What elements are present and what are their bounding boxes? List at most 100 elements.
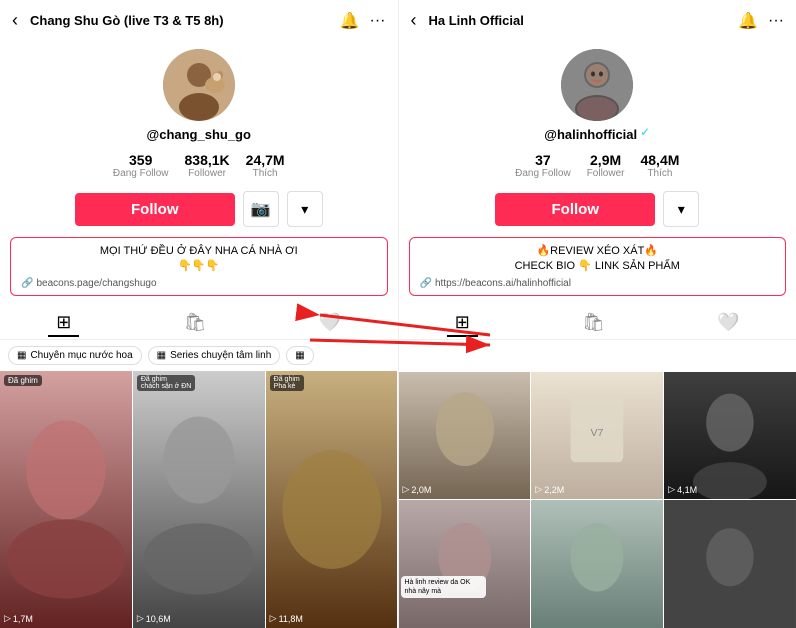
left-header-icons: 🔔 ··· xyxy=(340,11,386,31)
right-following-label: Đang Follow xyxy=(515,168,571,179)
left-stat-followers: 838,1K Follower xyxy=(185,152,230,179)
right-stat-followers: 2,9M Follower xyxy=(587,152,625,179)
left-bell-icon[interactable]: 🔔 xyxy=(340,11,360,31)
play-icon-2: ▷ xyxy=(137,613,144,624)
left-tabs: ⊞ 🛍 🤍 xyxy=(0,304,398,340)
category-icon-3: ▦ xyxy=(295,350,304,361)
left-video-grid: Đã ghim ▷ 1,7M Đã ghimchách sận ở ĐN ▷ 1… xyxy=(0,371,398,628)
right-video-1[interactable]: ▷ 2,0M xyxy=(399,372,531,500)
left-likes-count: 24,7M xyxy=(246,152,285,168)
left-tab-favorites[interactable]: 🛍 xyxy=(176,310,215,337)
right-stat-following: 37 Đang Follow xyxy=(515,152,571,179)
left-video-3[interactable]: Đã ghimPha kè ▷ 11,8M xyxy=(266,371,398,628)
right-video-3[interactable]: ▷ 4,1M xyxy=(664,372,796,500)
link-icon: 🔗 xyxy=(21,278,33,289)
left-stat-following: 359 Đang Follow xyxy=(113,152,169,179)
left-video-2-views: ▷ 10,6M xyxy=(137,613,171,624)
right-bell-icon[interactable]: 🔔 xyxy=(738,11,758,31)
right-username: @halinhofficial xyxy=(544,127,637,142)
left-following-label: Đang Follow xyxy=(113,168,169,179)
right-username-row: @halinhofficial ✓ xyxy=(544,121,650,142)
right-spacer xyxy=(399,340,796,372)
left-video-1-views: ▷ 1,7M xyxy=(4,613,33,624)
right-tab-liked[interactable]: 🤍 xyxy=(709,310,747,337)
right-avatar-section: @halinhofficial ✓ xyxy=(399,41,796,146)
left-video-1[interactable]: Đã ghim ▷ 1,7M xyxy=(0,371,132,628)
left-avatar-section: @chang_shu_go xyxy=(0,41,398,146)
right-video-4[interactable]: Hà linh review da OK nhà nây mà xyxy=(399,500,531,628)
chevron-down-icon: ▾ xyxy=(301,201,308,218)
right-profile-title: Ha Linh Official xyxy=(429,13,731,28)
right-bio-text: 🔥REVIEW XÉO XÁT🔥CHECK BIO 👇 LINK SẢN PHẨ… xyxy=(420,244,776,275)
right-video-1-views: ▷ 2,0M xyxy=(403,484,432,495)
right-more-icon[interactable]: ··· xyxy=(768,12,784,30)
left-follow-button[interactable]: Follow xyxy=(75,193,235,226)
svg-text:V7: V7 xyxy=(591,427,604,439)
left-profile-title: Chang Shu Gò (live T3 & T5 8h) xyxy=(30,13,332,28)
left-category-1[interactable]: ▦ Chuyên mục nước hoa xyxy=(8,346,142,365)
right-follow-button[interactable]: Follow xyxy=(495,193,655,226)
left-profile: ‹ Chang Shu Gò (live T3 & T5 8h) 🔔 ··· xyxy=(0,0,399,628)
right-bio-section: 🔥REVIEW XÉO XÁT🔥CHECK BIO 👇 LINK SẢN PHẨ… xyxy=(409,237,787,296)
right-header: ‹ Ha Linh Official 🔔 ··· xyxy=(399,0,796,41)
left-followers-label: Follower xyxy=(188,168,226,179)
right-tabs: ⊞ 🛍 🤍 xyxy=(399,304,796,340)
right-likes-label: Thích xyxy=(647,168,672,179)
play-icon-3: ▷ xyxy=(270,613,277,624)
left-category-2[interactable]: ▦ Series chuyện tâm linh xyxy=(148,346,281,365)
instagram-icon: 📷 xyxy=(251,199,271,219)
left-tab-liked[interactable]: 🤍 xyxy=(311,310,349,337)
link-icon-right: 🔗 xyxy=(420,278,432,289)
right-bio-url: https://beacons.ai/halinhofficial xyxy=(435,278,571,289)
right-avatar xyxy=(561,49,633,121)
right-tab-favorites[interactable]: 🛍 xyxy=(574,310,613,337)
right-bio-link[interactable]: 🔗 https://beacons.ai/halinhofficial xyxy=(420,278,776,289)
left-categories: ▦ Chuyên mục nước hoa ▦ Series chuyện tâ… xyxy=(0,340,398,371)
right-header-icons: 🔔 ··· xyxy=(738,11,784,31)
left-stat-likes: 24,7M Thích xyxy=(246,152,285,179)
verified-badge-icon: ✓ xyxy=(640,125,650,139)
category-icon-2: ▦ xyxy=(157,350,166,361)
right-video-5[interactable] xyxy=(531,500,663,628)
right-video-grid: ▷ 2,0M V7 ▷ 2,2M xyxy=(399,372,796,628)
right-profile: ‹ Ha Linh Official 🔔 ··· xyxy=(399,0,796,628)
left-dropdown-button[interactable]: ▾ xyxy=(287,191,323,227)
left-category-3[interactable]: ▦ xyxy=(286,346,313,365)
right-stat-likes: 48,4M Thích xyxy=(640,152,679,179)
left-bio-link[interactable]: 🔗 beacons.page/changshugo xyxy=(21,278,377,289)
left-video-1-badge: Đã ghim xyxy=(4,375,42,386)
right-likes-count: 48,4M xyxy=(640,152,679,168)
left-header: ‹ Chang Shu Gò (live T3 & T5 8h) 🔔 ··· xyxy=(0,0,398,41)
left-followers-count: 838,1K xyxy=(185,152,230,168)
left-following-count: 359 xyxy=(129,152,152,168)
right-back-button[interactable]: ‹ xyxy=(411,10,417,31)
left-likes-label: Thích xyxy=(253,168,278,179)
play-icon: ▷ xyxy=(4,613,11,624)
right-followers-count: 2,9M xyxy=(590,152,621,168)
left-bio-section: MỌI THỨ ĐỀU Ở ĐÂY NHA CÁ NHÀ ƠI👇👇👇 🔗 bea… xyxy=(10,237,388,296)
right-tab-videos[interactable]: ⊞ xyxy=(447,310,478,337)
left-video-2[interactable]: Đã ghimchách sận ở ĐN ▷ 10,6M xyxy=(133,371,265,628)
play-icon-r3: ▷ xyxy=(668,484,675,495)
right-action-row: Follow ▾ xyxy=(399,185,796,233)
left-more-icon[interactable]: ··· xyxy=(370,12,386,30)
left-bio-url: beacons.page/changshugo xyxy=(36,278,156,289)
right-video-6[interactable] xyxy=(664,500,796,628)
left-category-label-1: Chuyên mục nước hoa xyxy=(30,350,132,361)
left-video-2-badge: Đã ghimchách sận ở ĐN xyxy=(137,375,196,391)
right-followers-label: Follower xyxy=(587,168,625,179)
play-icon-r2: ▷ xyxy=(535,484,542,495)
right-video-3-views: ▷ 4,1M xyxy=(668,484,697,495)
left-bio-text: MỌI THỨ ĐỀU Ở ĐÂY NHA CÁ NHÀ ƠI👇👇👇 xyxy=(21,244,377,275)
category-icon-1: ▦ xyxy=(17,350,26,361)
left-stats: 359 Đang Follow 838,1K Follower 24,7M Th… xyxy=(0,146,398,185)
play-icon-r1: ▷ xyxy=(403,484,410,495)
left-back-button[interactable]: ‹ xyxy=(12,10,18,31)
left-tab-videos[interactable]: ⊞ xyxy=(48,310,79,337)
right-following-count: 37 xyxy=(535,152,551,168)
right-stats: 37 Đang Follow 2,9M Follower 48,4M Thích xyxy=(399,146,796,185)
right-video-2[interactable]: V7 ▷ 2,2M xyxy=(531,372,663,500)
right-dropdown-button[interactable]: ▾ xyxy=(663,191,699,227)
left-category-label-2: Series chuyện tâm linh xyxy=(170,350,271,361)
left-instagram-button[interactable]: 📷 xyxy=(243,191,279,227)
